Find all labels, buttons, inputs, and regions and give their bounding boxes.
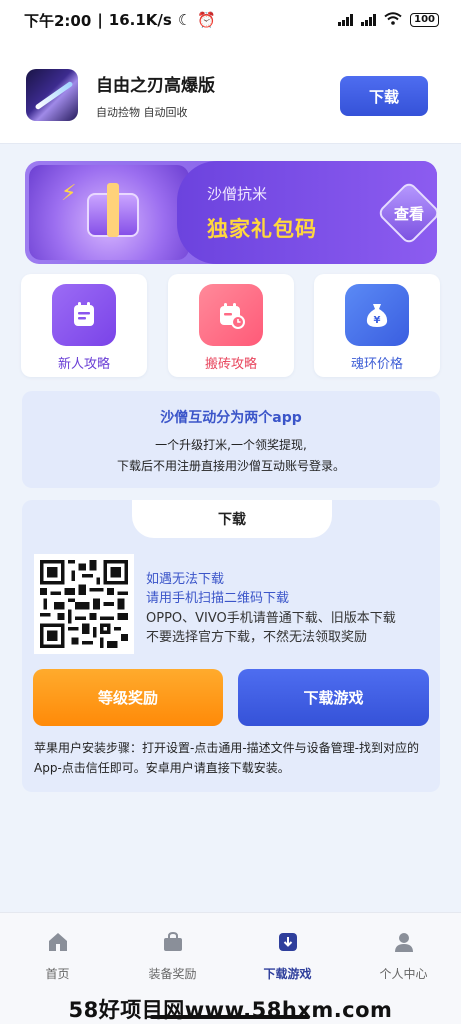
download-game-button[interactable]: 下载游戏 bbox=[238, 669, 429, 726]
view-button[interactable]: 查看 bbox=[376, 180, 437, 246]
download-box-icon bbox=[277, 931, 299, 953]
status-bar: 下午2:00 | 16.1K/s ☾ ⏰ 100 bbox=[0, 0, 461, 40]
status-right: 100 bbox=[338, 12, 439, 28]
nav-label: 首页 bbox=[45, 967, 70, 981]
status-time: 下午2:00 bbox=[24, 11, 92, 30]
alarm-icon: ⏰ bbox=[197, 11, 216, 29]
nav-item-home[interactable]: 首页 bbox=[0, 931, 115, 982]
status-speed: 16.1K/s bbox=[108, 11, 172, 29]
qr-hint-line: 如遇无法下载 bbox=[146, 572, 225, 587]
qr-hint-line: OPPO、VIVO手机请普通下载、旧版本下载 bbox=[146, 611, 396, 626]
user-icon bbox=[393, 931, 415, 953]
qr-hint-line: 请用手机扫描二维码下载 bbox=[146, 591, 290, 606]
qr-hint-line: 不要选择官方下载，不然无法领取奖励 bbox=[146, 630, 368, 645]
moon-icon: ☾ bbox=[177, 11, 192, 29]
gift-box-icon: ⚡ bbox=[29, 165, 189, 260]
gift-code-banner[interactable]: ⚡ 沙僧抗米 独家礼包码 查看 bbox=[25, 161, 437, 264]
feature-label: 新人攻略 bbox=[57, 357, 110, 372]
install-instructions: 苹果用户安装步骤：打开设置-点击通用-描述文件与设备管理-找到对应的App-点击… bbox=[34, 741, 419, 775]
app-tags: 自动捡物 自动回收 bbox=[96, 106, 188, 119]
nav-item-profile[interactable]: 个人中心 bbox=[346, 931, 461, 982]
wifi-icon bbox=[384, 12, 402, 28]
game-logo-icon bbox=[26, 69, 78, 121]
info-line: 下载后不用注册直接用沙僧互动账号登录。 bbox=[116, 459, 345, 473]
home-icon bbox=[47, 931, 69, 953]
download-tab: 下载 bbox=[132, 500, 332, 538]
app-header: 自由之刃高爆版 自动捡物 自动回收 下载 bbox=[0, 40, 461, 144]
calendar-icon bbox=[199, 284, 263, 346]
app-title: 自由之刃高爆版 bbox=[96, 76, 215, 96]
header-download-button[interactable]: 下载 bbox=[340, 76, 428, 116]
signal-icon bbox=[338, 14, 354, 26]
qr-code bbox=[34, 554, 134, 654]
banner-panel: 沙僧抗米 独家礼包码 查看 bbox=[177, 161, 437, 264]
info-card: 沙僧互动分为两个app 一个升级打米,一个领奖提现, 下载后不用注册直接用沙僧互… bbox=[22, 391, 440, 488]
money-bag-icon: ¥ bbox=[345, 284, 409, 346]
view-button-label: 查看 bbox=[393, 204, 424, 223]
svg-text:¥: ¥ bbox=[374, 315, 381, 326]
nav-label: 装备奖励 bbox=[148, 967, 197, 981]
signal-icon-2 bbox=[361, 14, 377, 26]
feature-soul-ring-price[interactable]: ¥ 魂环价格 bbox=[314, 274, 440, 377]
level-reward-button[interactable]: 等级奖励 bbox=[33, 669, 223, 726]
feature-brick-guide[interactable]: 搬砖攻略 bbox=[168, 274, 294, 377]
info-line: 一个升级打米,一个领奖提现, bbox=[155, 438, 307, 452]
status-divider: | bbox=[97, 11, 103, 29]
banner-title: 独家礼包码 bbox=[207, 217, 317, 241]
nav-label: 个人中心 bbox=[379, 967, 428, 981]
watermark: 58好项目网www.58hxm.com bbox=[68, 998, 393, 1022]
info-title: 沙僧互动分为两个app bbox=[160, 410, 302, 426]
nav-item-equipment-reward[interactable]: 装备奖励 bbox=[115, 931, 230, 982]
feature-label: 魂环价格 bbox=[350, 357, 403, 372]
feature-newbie-guide[interactable]: 新人攻略 bbox=[21, 274, 147, 377]
banner-subtitle: 沙僧抗米 bbox=[207, 185, 268, 203]
feature-label: 搬砖攻略 bbox=[204, 357, 257, 372]
bag-icon bbox=[162, 931, 184, 953]
status-left: 下午2:00 | 16.1K/s ☾ ⏰ bbox=[24, 10, 216, 31]
notebook-icon bbox=[52, 284, 116, 346]
nav-item-download-game[interactable]: 下载游戏 bbox=[230, 931, 345, 982]
download-card: 下载 如遇无法下载 请用手机扫描二维码下载 OPPO、VIVO手机请普通下载、旧… bbox=[22, 500, 440, 792]
home-indicator[interactable] bbox=[150, 1015, 310, 1019]
battery-icon: 100 bbox=[410, 13, 439, 27]
nav-label: 下载游戏 bbox=[263, 967, 312, 981]
